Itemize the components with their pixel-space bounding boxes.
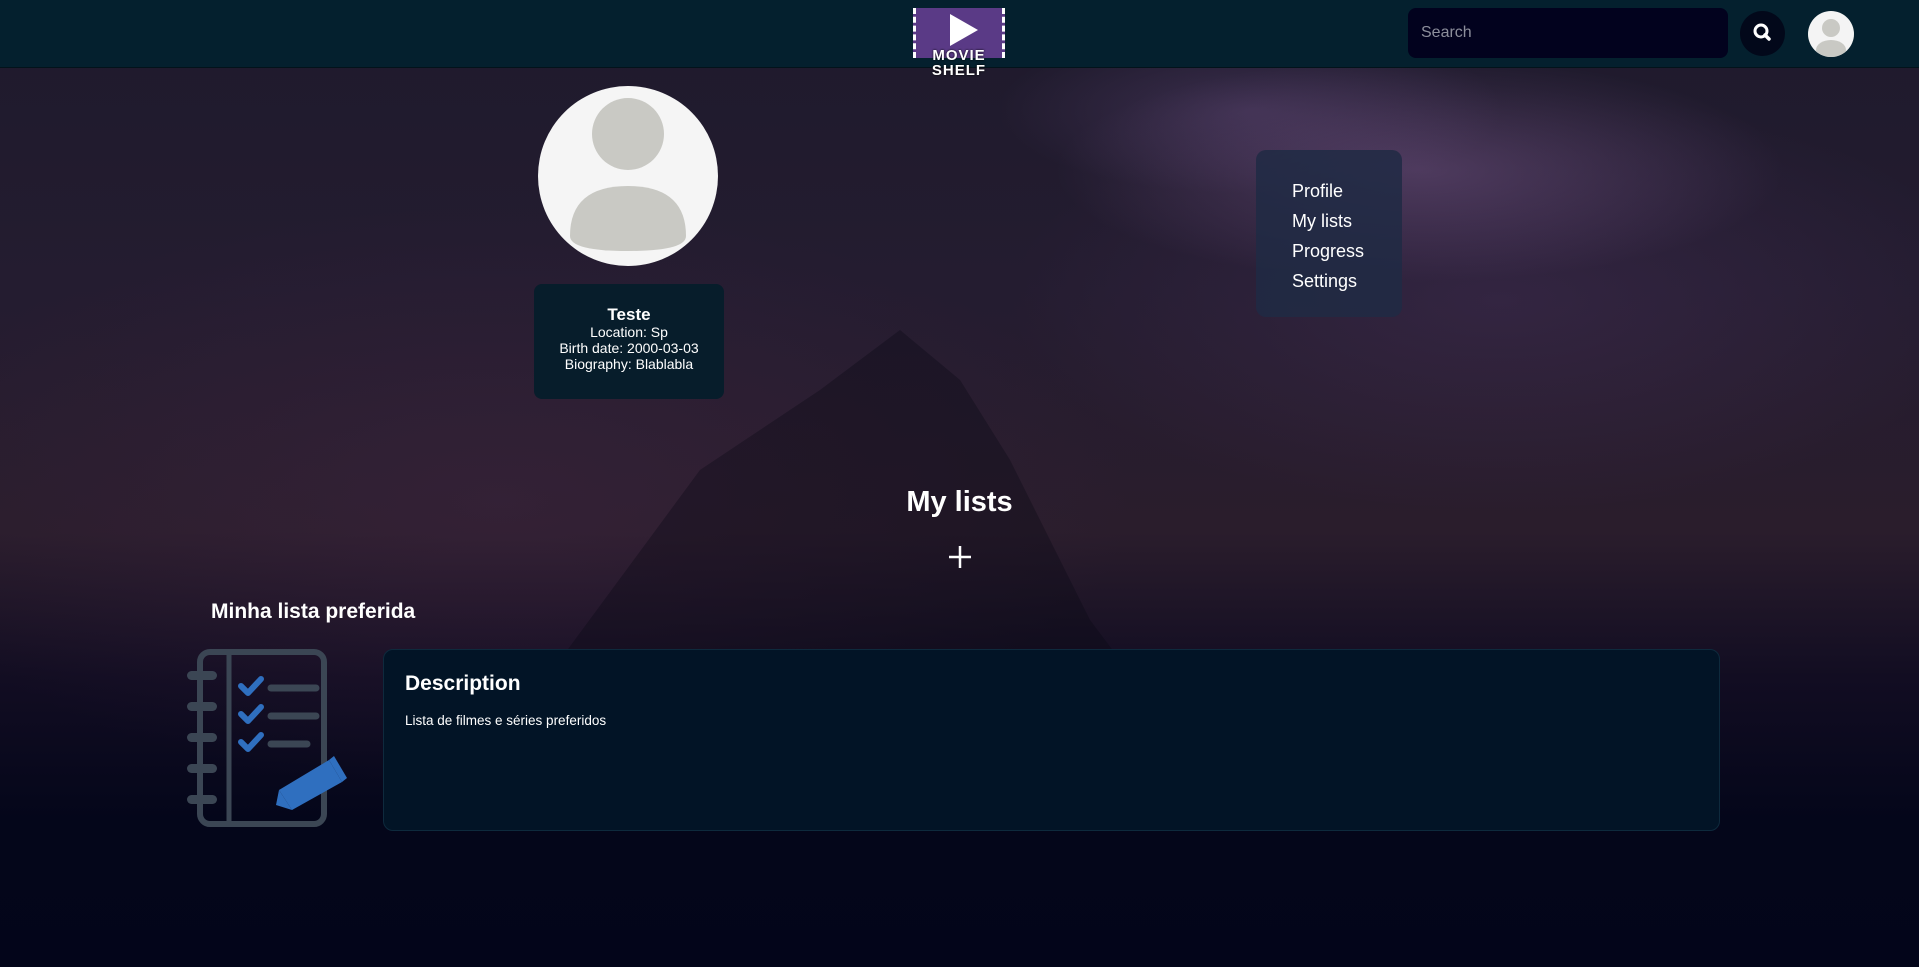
menu-item-progress[interactable]: Progress: [1292, 236, 1402, 266]
menu-item-my-lists[interactable]: My lists: [1292, 206, 1402, 236]
profile-birth-date: Birth date: 2000-03-03: [559, 340, 699, 356]
movie-shelf-logo[interactable]: MOVIE SHELF: [913, 8, 1005, 80]
list-thumbnail[interactable]: [184, 648, 356, 830]
add-list-button[interactable]: [945, 542, 975, 572]
list-title[interactable]: Minha lista preferida: [211, 600, 415, 624]
my-lists-heading: My lists: [906, 486, 1013, 518]
menu-item-profile[interactable]: Profile: [1292, 176, 1402, 206]
user-avatar-icon: [1816, 19, 1846, 57]
list-description-card: Description Lista de filmes e séries pre…: [383, 649, 1720, 831]
search-input[interactable]: [1408, 8, 1728, 58]
top-navbar: MOVIE SHELF: [0, 0, 1919, 78]
search-icon: [1753, 23, 1771, 41]
logo-line2: SHELF: [931, 62, 987, 79]
profile-name: Teste: [607, 305, 651, 324]
checklist-notebook-icon: [187, 649, 347, 827]
user-silhouette-icon: [570, 98, 686, 251]
profile-biography: Biography: Blablabla: [564, 356, 694, 372]
header-avatar-button[interactable]: [1808, 11, 1854, 57]
description-heading: Description: [405, 672, 521, 695]
profile-menu: Profile My lists Progress Settings: [1256, 150, 1402, 317]
logo-line1: MOVIE: [932, 47, 986, 64]
profile-location: Location: Sp: [590, 324, 668, 340]
description-text: Lista de filmes e séries preferidos: [405, 713, 607, 728]
plus-icon: [949, 546, 971, 568]
profile-info-card: Teste Location: Sp Birth date: 2000-03-0…: [534, 284, 724, 399]
logo-text: MOVIE SHELF: [913, 48, 1005, 78]
search-button[interactable]: [1740, 11, 1785, 56]
profile-avatar: [538, 86, 718, 266]
play-icon: [950, 14, 978, 46]
menu-item-settings[interactable]: Settings: [1292, 266, 1402, 296]
